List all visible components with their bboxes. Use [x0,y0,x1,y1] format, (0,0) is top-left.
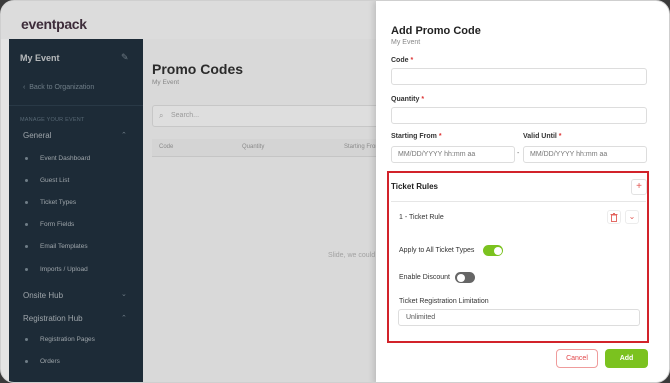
code-field[interactable] [391,68,647,85]
empty-state-text: Slide, we could [328,252,376,259]
bullet-icon [25,201,28,204]
chevron-down-icon[interactable]: ⌄ [121,290,127,298]
sidebar-group-onsite-hub[interactable]: Onsite Hub [23,291,63,300]
sidebar-section-label: MANAGE YOUR EVENT [20,117,85,123]
page-subtitle: My Event [152,79,180,86]
back-to-organization-link[interactable]: ‹ Back to Organization [23,84,94,91]
sidebar: My Event ✎ ‹ Back to Organization MANAGE… [9,39,143,382]
app-frame: eventpack My Event ✎ ‹ Back to Organizat… [0,0,670,383]
ticket-rules-title: Ticket Rules [391,182,438,191]
apply-all-ticket-types-label: Apply to All Ticket Types [399,247,475,254]
column-header-quantity[interactable]: Quantity [242,144,264,150]
enable-discount-label: Enable Discount [399,274,450,281]
page-title: Promo Codes [152,61,244,77]
column-header-code[interactable]: Code [159,144,173,150]
toggle-knob [456,273,465,282]
drawer-title: Add Promo Code [391,25,481,37]
quantity-field[interactable] [391,107,647,124]
sidebar-event-name: My Event [20,53,60,63]
chevron-up-icon[interactable]: ⌃ [121,131,127,139]
bullet-icon [25,245,28,248]
ticket-registration-limitation-label: Ticket Registration Limitation [399,298,489,305]
add-button[interactable]: Add [605,349,648,368]
quantity-label: Quantity * [391,96,425,103]
drawer-subtitle: My Event [391,39,421,46]
search-input[interactable]: ⌕ Search... [152,105,382,127]
apply-all-ticket-types-toggle[interactable] [483,245,503,256]
sidebar-item-form-fields[interactable]: Form Fields [25,221,74,228]
sidebar-item-email-templates[interactable]: Email Templates [25,243,88,250]
toggle-knob [493,246,502,255]
delete-icon[interactable] [607,210,621,224]
sidebar-divider [9,105,143,106]
sidebar-item-imports-upload[interactable]: Imports / Upload [25,266,88,273]
chevron-up-icon[interactable]: ⌃ [121,314,127,322]
starting-from-field[interactable]: MM/DD/YYYY hh:mm aa [391,146,515,163]
add-ticket-rule-button[interactable]: + [631,179,647,195]
sidebar-item-event-dashboard[interactable]: Event Dashboard [25,155,90,162]
sidebar-group-registration-hub[interactable]: Registration Hub [23,314,83,323]
ticket-rule-title: 1 - Ticket Rule [399,214,444,221]
starting-from-label: Starting From * [391,133,442,140]
edit-icon[interactable]: ✎ [121,52,129,63]
date-separator: - [517,150,520,157]
sidebar-group-general[interactable]: General [23,131,51,140]
valid-until-label: Valid Until * [523,133,562,140]
sidebar-item-guest-list[interactable]: Guest List [25,177,69,184]
main-content: Promo Codes My Event ⌕ Search... Code Qu… [143,39,382,382]
bullet-icon [25,268,28,271]
bullet-icon [25,360,28,363]
bullet-icon [25,338,28,341]
divider [391,201,646,202]
bullet-icon [25,157,28,160]
table-header: Code Quantity Starting From [152,139,382,157]
code-label: Code * [391,57,414,64]
sidebar-item-ticket-types[interactable]: Ticket Types [25,199,76,206]
enable-discount-toggle[interactable] [455,272,475,283]
bullet-icon [25,179,28,182]
sidebar-item-orders[interactable]: Orders [25,358,60,365]
ticket-registration-limitation-select[interactable]: Unlimited [398,309,640,326]
valid-until-field[interactable]: MM/DD/YYYY hh:mm aa [523,146,647,163]
sidebar-item-registration-pages[interactable]: Registration Pages [25,336,95,343]
app-logo: eventpack [21,16,87,32]
bullet-icon [25,223,28,226]
chevron-down-icon[interactable]: ⌄ [625,210,639,224]
search-icon: ⌕ [159,111,164,120]
column-header-starting-from[interactable]: Starting From [344,144,380,150]
cancel-button[interactable]: Cancel [556,349,598,368]
